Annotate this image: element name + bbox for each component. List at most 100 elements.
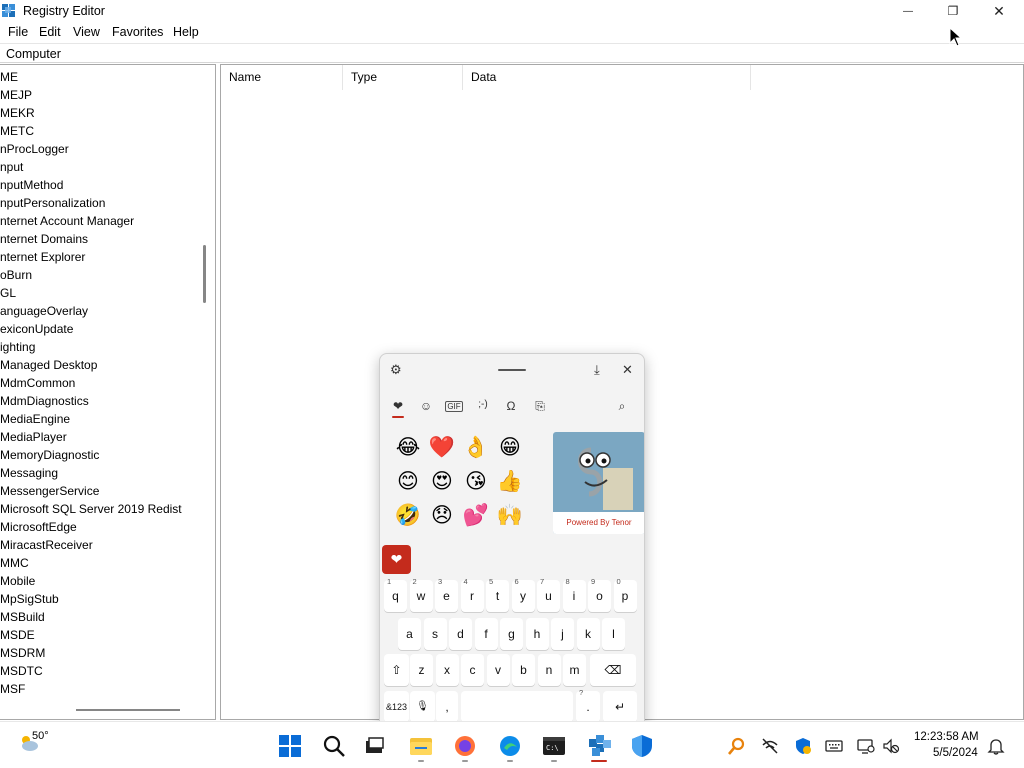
tab-clipboard-icon[interactable]: ⎘ [531,399,549,415]
tree-item[interactable]: MSF [0,680,25,698]
security-tray-icon[interactable] [794,737,812,755]
menu-favorites[interactable]: Favorites [112,25,163,39]
tab-favorites-icon[interactable]: ❤ [389,399,407,415]
key-k[interactable]: k [576,618,600,650]
terminal-icon[interactable]: C:\ [541,733,567,759]
network-tray-icon[interactable] [761,737,779,755]
menu-edit[interactable]: Edit [39,25,61,39]
tree-item[interactable]: MMC [0,554,29,572]
key-w[interactable]: 2w [409,577,433,612]
task-view-icon[interactable] [362,733,388,759]
volume-muted-tray-icon[interactable] [882,737,900,755]
key-b[interactable]: b [512,654,535,686]
emoji-button[interactable]: 😘 [462,468,490,496]
emoji-button[interactable]: 👌 [462,434,490,462]
notifications-bell-icon[interactable] [987,737,1005,755]
tree-item[interactable]: MdmCommon [0,374,75,392]
start-icon[interactable] [277,733,303,759]
registry-tree-pane[interactable]: ME MEJP MEKR METC nProcLogger nput nputMethod n… [0,64,216,720]
key-i[interactable]: 8i [562,577,586,612]
column-header-data[interactable]: Data [463,65,751,90]
tree-item[interactable]: MicrosoftEdge [0,518,77,536]
spacebar-key[interactable]: , [461,691,573,723]
key-c[interactable]: c [461,654,484,686]
tree-item[interactable]: MEJP [0,86,32,104]
clock-time[interactable]: 12:23:58 AM [914,731,979,743]
weather-temperature[interactable]: 50° [32,730,49,742]
emoji-keyboard-panel[interactable]: ⚙ ⤓ ✕ ❤ ☺ GIF ;-) Ω ⎘ ⌕ Powered By Tenor… [379,353,645,729]
emoji-button[interactable]: 👍 [496,468,524,496]
tree-item[interactable]: MediaPlayer [0,428,67,446]
key-s[interactable]: s [423,618,447,650]
display-tray-icon[interactable] [857,737,875,755]
key-x[interactable]: x [435,654,459,686]
key-u[interactable]: 7u [537,577,560,612]
panel-close-icon[interactable]: ✕ [622,362,633,378]
tree-item[interactable]: Messaging [0,464,58,482]
address-bar[interactable]: Computer [0,43,1024,63]
settings-icon[interactable]: ⚙ [390,362,402,378]
tree-item[interactable]: MSDTC [0,662,43,680]
restore-button[interactable]: ❐ [930,0,976,22]
tree-item[interactable]: nput [0,158,23,176]
address-path[interactable]: Computer [6,47,61,61]
gif-tile[interactable]: Powered By Tenor [553,432,644,534]
key-f[interactable]: f [474,618,498,650]
minimize-button[interactable]: — [885,0,931,22]
key-d[interactable]: d [449,618,472,650]
emoji-button[interactable]: 😍 [428,468,456,496]
tree-item[interactable]: MEKR [0,104,35,122]
column-header-type[interactable]: Type [343,65,463,90]
tree-item[interactable]: MSDRM [0,644,45,662]
emoji-button[interactable]: 💕 [462,502,490,530]
menu-view[interactable]: View [73,25,100,39]
defender-icon[interactable] [629,733,655,759]
tree-item[interactable]: MpSigStub [0,590,59,608]
key-h[interactable]: h [525,618,549,650]
key-n[interactable]: n [537,654,561,686]
microphone-key[interactable]: 🎙 [410,691,435,723]
tree-item[interactable]: ighting [0,338,35,356]
tree-item[interactable]: Mobile [0,572,35,590]
search-taskbar-icon[interactable] [321,733,347,759]
emoji-button[interactable]: 😊 [394,468,422,496]
tree-item[interactable]: MiracastReceiver [0,536,93,554]
tree-item[interactable]: nternet Explorer [0,248,85,266]
tree-item[interactable]: MdmDiagnostics [0,392,89,410]
period-key[interactable]: ?. [576,688,600,723]
menu-file[interactable]: File [8,25,28,39]
pin-icon[interactable]: ⤓ [594,362,600,378]
comma-key[interactable]: , [436,691,458,723]
edge-icon[interactable] [497,733,523,759]
shift-key[interactable]: ⇧ [384,654,409,686]
tree-item[interactable]: nternet Domains [0,230,88,248]
tree-item[interactable]: nternet Account Manager [0,212,134,230]
tree-vertical-scrollbar[interactable] [203,245,206,303]
emoji-button[interactable]: 🙌 [496,502,524,530]
key-m[interactable]: m [563,654,586,686]
key-y[interactable]: 6y [511,577,535,612]
tree-item[interactable]: METC [0,122,34,140]
key-l[interactable]: l [602,618,625,650]
key-q[interactable]: 1q [384,577,407,612]
column-header-name[interactable]: Name [221,65,343,90]
firefox-icon[interactable] [452,733,478,759]
tree-item[interactable]: nputPersonalization [0,194,105,212]
key-e[interactable]: 3e [435,577,458,612]
key-p[interactable]: 0p [613,577,637,612]
tree-item[interactable]: MSDE [0,626,35,644]
emoji-button[interactable]: ❤️ [428,434,456,462]
magnifier-tray-icon[interactable] [728,737,746,755]
tab-emoji-icon[interactable]: ☺ [417,399,435,415]
sticker-button[interactable]: ❤ [382,545,411,574]
key-t[interactable]: 5t [486,577,509,612]
key-z[interactable]: z [410,654,433,686]
keyboard-tray-icon[interactable] [825,737,843,755]
clock-date[interactable]: 5/5/2024 [933,747,978,759]
tree-item[interactable]: exiconUpdate [0,320,73,338]
tree-item[interactable]: ME [0,68,18,86]
tree-item[interactable]: nProcLogger [0,140,69,158]
search-icon[interactable]: ⌕ [613,399,631,415]
key-v[interactable]: v [486,654,510,686]
key-a[interactable]: a [398,618,421,650]
